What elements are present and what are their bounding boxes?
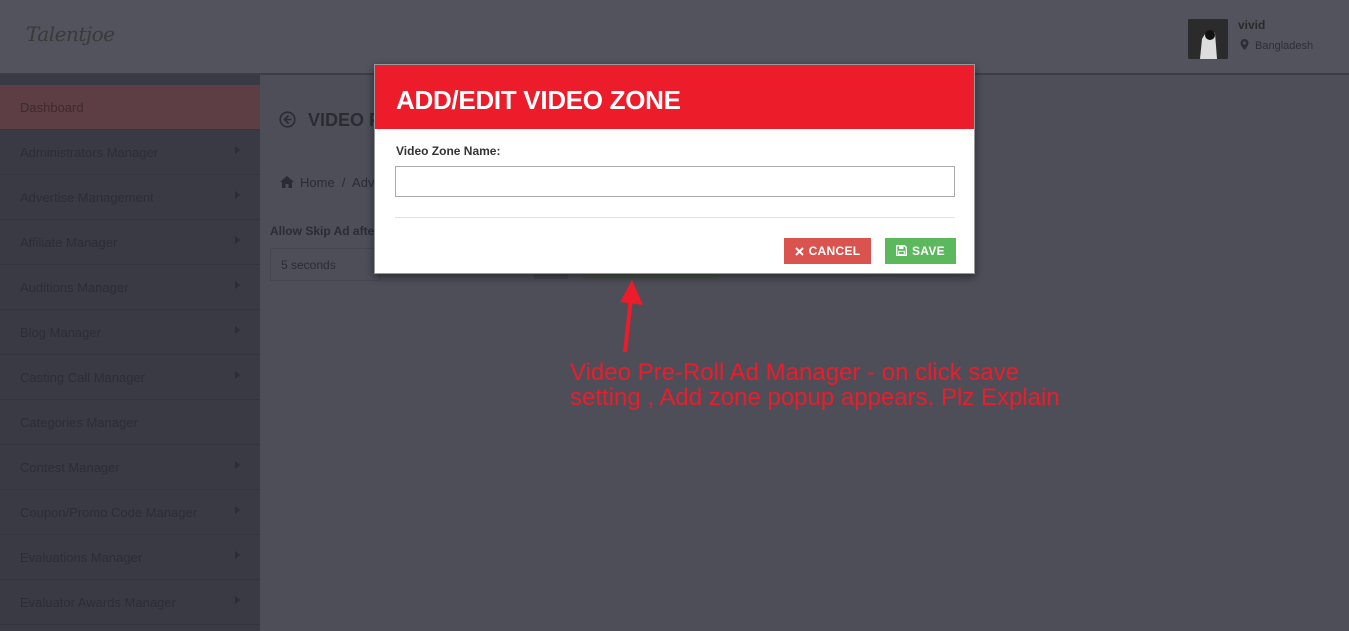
video-zone-name-label: Video Zone Name: — [396, 144, 501, 158]
sidebar-item-label: Evaluator Awards Manager — [20, 595, 176, 610]
sidebar-item-label: Categories Manager — [20, 415, 138, 430]
sidebar-item-auditions[interactable]: Auditions Manager — [0, 265, 260, 310]
chevron-right-icon — [235, 191, 240, 199]
chevron-right-icon — [235, 326, 240, 334]
logo[interactable]: Talentjoe — [26, 22, 116, 62]
cancel-button-label: CANCEL — [808, 244, 861, 258]
sidebar-item-blog[interactable]: Blog Manager — [0, 310, 260, 355]
sidebar-item-affiliate[interactable]: Affiliate Manager — [0, 220, 260, 265]
chevron-right-icon — [235, 506, 240, 514]
home-icon[interactable] — [280, 176, 294, 188]
video-zone-name-input[interactable] — [395, 166, 955, 197]
save-button-label: SAVE — [912, 244, 945, 258]
user-name[interactable]: vivid — [1238, 18, 1265, 32]
chevron-right-icon — [235, 146, 240, 154]
sidebar-item-label: Advertise Management — [20, 190, 154, 205]
chevron-right-icon — [235, 461, 240, 469]
sidebar: Dashboard Administrators Manager Adverti… — [0, 75, 260, 631]
sidebar-item-administrators[interactable]: Administrators Manager — [0, 130, 260, 175]
sidebar-item-label: Affiliate Manager — [20, 235, 118, 250]
chevron-right-icon — [235, 281, 240, 289]
save-button[interactable]: SAVE — [885, 238, 956, 264]
user-location-text: Bangladesh — [1255, 40, 1314, 52]
cancel-button[interactable]: CANCEL — [784, 238, 871, 264]
floppy-disk-icon — [896, 245, 907, 256]
sidebar-item-label: Auditions Manager — [20, 280, 129, 295]
sidebar-item-label: Contest Manager — [20, 460, 120, 475]
annotation-text: Video Pre-Roll Ad Manager - on click sav… — [570, 359, 1060, 411]
sidebar-item-evaluations[interactable]: Evaluations Manager — [0, 535, 260, 580]
breadcrumb: Home / Adv — [280, 175, 374, 190]
sidebar-item-evaluator-awards[interactable]: Evaluator Awards Manager — [0, 580, 260, 625]
chevron-right-icon — [235, 236, 240, 244]
sidebar-item-label: Administrators Manager — [20, 145, 158, 160]
breadcrumb-text[interactable]: Home / Adv — [300, 175, 374, 190]
sidebar-item-categories[interactable]: Categories Manager — [0, 400, 260, 445]
sidebar-item-casting-call[interactable]: Casting Call Manager — [0, 355, 260, 400]
sidebar-item-advertise[interactable]: Advertise Management — [0, 175, 260, 220]
modal-header: ADD/EDIT VIDEO ZONE — [375, 65, 974, 129]
user-location: Bangladesh — [1240, 39, 1313, 52]
avatar[interactable] — [1188, 19, 1228, 59]
chevron-right-icon — [235, 596, 240, 604]
modal-divider — [395, 217, 955, 218]
logo-text: Talentjoe — [26, 22, 115, 46]
sidebar-item-coupon[interactable]: Coupon/Promo Code Manager — [0, 490, 260, 535]
sidebar-item-contest[interactable]: Contest Manager — [0, 445, 260, 490]
close-icon — [794, 247, 804, 256]
sidebar-item-label: Coupon/Promo Code Manager — [20, 505, 198, 520]
skip-ad-label: Allow Skip Ad afte — [270, 224, 375, 238]
page-title: VIDEO P — [308, 110, 382, 130]
add-edit-video-zone-modal: ADD/EDIT VIDEO ZONE Video Zone Name: CAN… — [374, 64, 975, 274]
annotation-arrow-icon — [620, 280, 643, 353]
sidebar-item-dashboard[interactable]: Dashboard — [0, 85, 260, 130]
skip-ad-select[interactable]: 5 seconds — [270, 248, 380, 281]
sidebar-item-label: Dashboard — [20, 100, 84, 115]
sidebar-item-label: Blog Manager — [20, 325, 101, 340]
location-pin-icon — [1240, 39, 1249, 50]
chevron-right-icon — [235, 371, 240, 379]
chevron-right-icon — [235, 551, 240, 559]
back-arrow-icon[interactable] — [279, 111, 296, 128]
sidebar-item-label: Evaluations Manager — [20, 550, 143, 565]
sidebar-item-label: Casting Call Manager — [20, 370, 146, 385]
modal-title: ADD/EDIT VIDEO ZONE — [396, 85, 681, 115]
